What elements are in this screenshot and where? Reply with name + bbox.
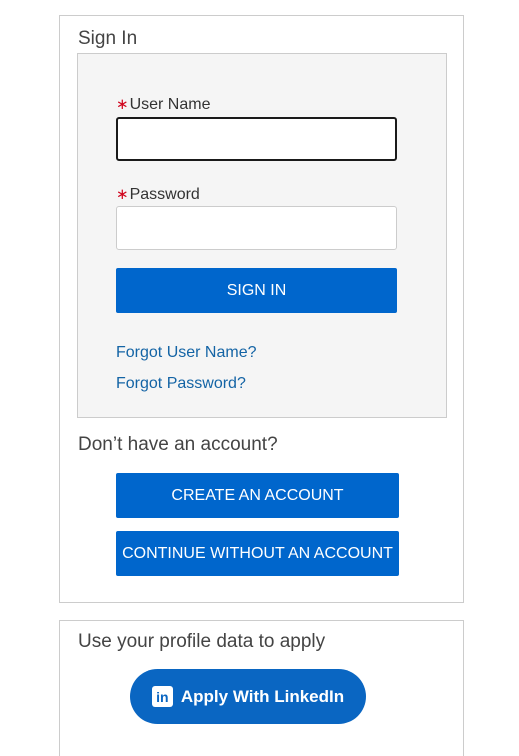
apply-with-profile-panel: Use your profile data to apply in Apply W… bbox=[59, 620, 464, 756]
linkedin-button-label: Apply With LinkedIn bbox=[180, 686, 345, 706]
username-label-text: User Name bbox=[129, 96, 211, 113]
required-asterisk-icon: ∗ bbox=[116, 186, 129, 203]
password-input[interactable] bbox=[116, 206, 397, 250]
apply-with-linkedin-button[interactable]: in Apply With LinkedIn bbox=[130, 669, 366, 724]
sign-in-form: ∗User Name ∗Password SIGN IN Forgot User… bbox=[77, 53, 447, 418]
continue-without-account-button[interactable]: CONTINUE WITHOUT AN ACCOUNT bbox=[116, 531, 399, 576]
username-input[interactable] bbox=[116, 117, 397, 161]
password-label-text: Password bbox=[129, 186, 200, 203]
forgot-username-link[interactable]: Forgot User Name? bbox=[116, 344, 257, 362]
forgot-password-link[interactable]: Forgot Password? bbox=[116, 375, 246, 393]
sign-in-title: Sign In bbox=[78, 28, 138, 49]
password-label: ∗Password bbox=[116, 185, 200, 204]
linkedin-icon: in bbox=[151, 686, 173, 707]
apply-panel-title: Use your profile data to apply bbox=[78, 631, 326, 652]
no-account-prompt: Don’t have an account? bbox=[78, 434, 278, 455]
create-account-button[interactable]: CREATE AN ACCOUNT bbox=[116, 473, 399, 518]
username-label: ∗User Name bbox=[116, 95, 210, 114]
sign-in-panel: Sign In ∗User Name ∗Password SIGN IN For… bbox=[59, 15, 464, 603]
required-asterisk-icon: ∗ bbox=[116, 96, 129, 113]
sign-in-button[interactable]: SIGN IN bbox=[116, 268, 397, 313]
